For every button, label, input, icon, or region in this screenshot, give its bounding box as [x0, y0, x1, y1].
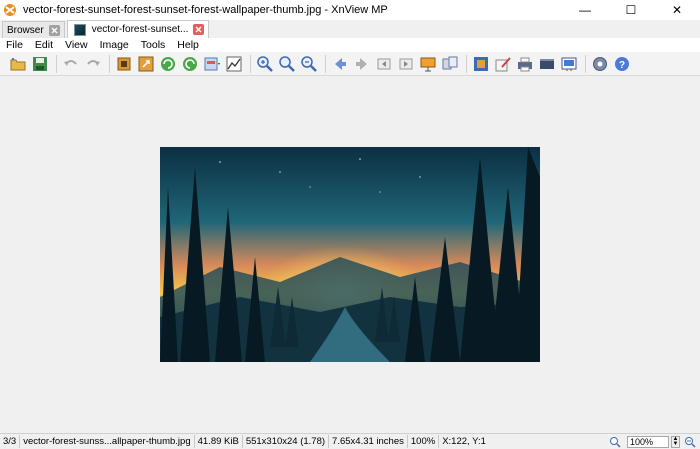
close-window-button[interactable]: ✕	[654, 0, 700, 20]
tab-label: Browser	[7, 24, 44, 36]
toolbar-separator	[250, 54, 251, 73]
last-icon[interactable]	[396, 54, 416, 74]
rotate-right-icon[interactable]	[180, 54, 200, 74]
status-cursor-position: X:122, Y:1	[442, 435, 486, 447]
settings-icon[interactable]	[590, 54, 610, 74]
menu-file[interactable]: File	[0, 38, 29, 52]
status-dimensions: 551x310x24 (1.78)	[243, 434, 330, 448]
tab-image[interactable]: vector-forest-sunset...	[66, 20, 210, 38]
status-filesize: 41.89 KiB	[195, 434, 243, 448]
scanner-icon[interactable]	[537, 54, 557, 74]
image-viewer[interactable]	[0, 76, 700, 433]
toolbar-separator	[109, 54, 110, 73]
xnview-logo-icon	[4, 4, 16, 16]
wallpaper-icon[interactable]	[559, 54, 579, 74]
next-icon[interactable]	[352, 54, 372, 74]
close-tab-icon[interactable]	[48, 24, 60, 36]
tab-label: vector-forest-sunset...	[91, 24, 189, 35]
undo-icon[interactable]	[61, 54, 81, 74]
image-thumbnail-icon	[73, 23, 86, 36]
image-index: 3/3	[0, 434, 21, 448]
zoom-input[interactable]: 100%	[627, 435, 669, 448]
adjust-icon[interactable]	[202, 54, 222, 74]
fullscreen-icon[interactable]	[471, 54, 491, 74]
menu-help[interactable]: Help	[171, 38, 205, 52]
svg-text:?: ?	[619, 60, 625, 71]
minimize-button[interactable]: —	[562, 0, 608, 20]
print-icon[interactable]	[515, 54, 535, 74]
zoom-stepper[interactable]: ▲ ▼	[671, 435, 680, 448]
title-bar: vector-forest-sunset-forest-sunset-fores…	[0, 0, 700, 20]
status-filename: vector-forest-sunss...allpaper-thumb.jpg	[20, 434, 195, 448]
toolbar-separator	[325, 54, 326, 73]
menu-image[interactable]: Image	[94, 38, 135, 52]
open-folder-icon[interactable]	[8, 54, 28, 74]
chevron-down-icon[interactable]: ▼	[673, 441, 679, 447]
zoom-out-icon[interactable]	[299, 54, 319, 74]
menu-tools[interactable]: Tools	[135, 38, 172, 52]
close-tab-icon[interactable]	[193, 24, 205, 35]
window-title: vector-forest-sunset-forest-sunset-fores…	[23, 4, 388, 16]
forest-sunset-image-artwork	[160, 147, 540, 362]
toolbar-separator	[585, 54, 586, 73]
maximize-button[interactable]: ☐	[608, 0, 654, 20]
menu-bar: File Edit View Image Tools Help	[0, 38, 700, 52]
resize-icon[interactable]	[136, 54, 156, 74]
edit-icon[interactable]	[493, 54, 513, 74]
tab-browser[interactable]: Browser	[2, 21, 65, 38]
zoom-in-icon[interactable]	[255, 54, 275, 74]
tab-bar: Browser vector-forest-sunset...	[0, 20, 700, 38]
zoom-in-small-icon[interactable]	[608, 435, 622, 449]
toolbar: ?	[0, 52, 700, 76]
toolbar-separator	[466, 54, 467, 73]
zoom-fit-icon[interactable]	[277, 54, 297, 74]
menu-view[interactable]: View	[59, 38, 94, 52]
toolbar-separator	[56, 54, 57, 73]
slideshow-icon[interactable]	[418, 54, 438, 74]
status-print-size: 7.65x4.31 inches	[329, 434, 408, 448]
first-icon[interactable]	[374, 54, 394, 74]
zoom-out-small-icon[interactable]	[683, 435, 697, 449]
crop-icon[interactable]	[114, 54, 134, 74]
status-zoom: 100%	[408, 434, 440, 448]
menu-edit[interactable]: Edit	[29, 38, 59, 52]
help-icon[interactable]: ?	[612, 54, 632, 74]
compare-icon[interactable]	[440, 54, 460, 74]
rotate-left-icon[interactable]	[158, 54, 178, 74]
status-bar: 3/3 vector-forest-sunss...allpaper-thumb…	[0, 433, 700, 448]
save-icon[interactable]	[30, 54, 50, 74]
forest-sunset-image	[160, 147, 540, 362]
redo-icon[interactable]	[83, 54, 103, 74]
previous-icon[interactable]	[330, 54, 350, 74]
histogram-icon[interactable]	[224, 54, 244, 74]
